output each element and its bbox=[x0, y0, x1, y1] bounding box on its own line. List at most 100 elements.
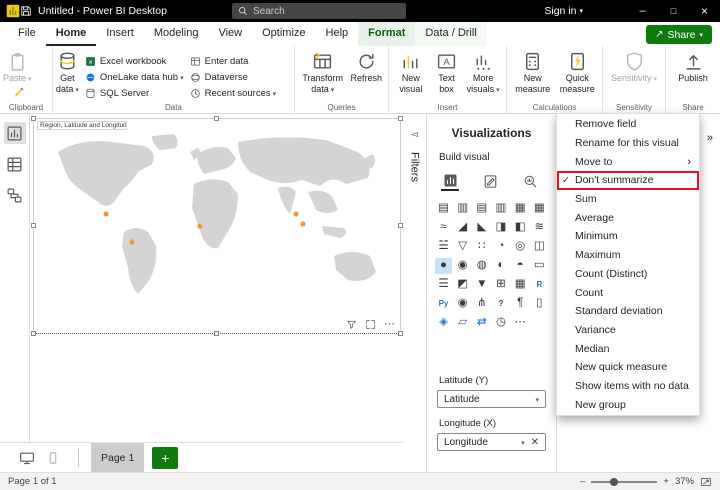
text-box-button[interactable]: A Text box bbox=[430, 48, 464, 95]
remove-field-icon[interactable] bbox=[531, 437, 539, 448]
tab-format[interactable]: Format bbox=[358, 22, 415, 46]
line-and-clustered-column-chart-icon[interactable]: ◧ bbox=[512, 220, 529, 236]
funnel-chart-icon[interactable]: ▽ bbox=[454, 239, 471, 255]
menu-item[interactable]: Average bbox=[557, 208, 699, 227]
stacked-bar-chart-icon[interactable]: ▤ bbox=[435, 201, 452, 217]
stacked-column-chart-icon[interactable]: ▥ bbox=[454, 201, 471, 217]
shape-map-icon[interactable]: ◍ bbox=[473, 258, 490, 274]
menu-item[interactable]: Median bbox=[557, 339, 699, 358]
get-data-button[interactable]: Get data bbox=[56, 48, 79, 95]
menu-item[interactable]: Count bbox=[557, 283, 699, 302]
key-influencers-icon[interactable]: ◉ bbox=[454, 296, 471, 312]
build-visual-tab[interactable] bbox=[441, 171, 459, 191]
menu-item[interactable]: Maximum bbox=[557, 246, 699, 265]
gauge-icon[interactable]: ◓ bbox=[512, 258, 529, 274]
zoom-slider[interactable] bbox=[591, 481, 657, 483]
sensitivity-button[interactable]: Sensitivity bbox=[606, 48, 662, 84]
onelake-data-hub-button[interactable]: OneLake data hub bbox=[85, 71, 184, 83]
new-page-button[interactable] bbox=[152, 447, 178, 469]
search-box[interactable] bbox=[232, 3, 406, 19]
menu-item[interactable]: Sum bbox=[557, 190, 699, 209]
focus-mode-icon[interactable] bbox=[365, 319, 376, 330]
menu-item[interactable]: Count (Distinct) bbox=[557, 265, 699, 284]
sign-in-button[interactable]: Sign in bbox=[544, 5, 583, 17]
desktop-layout-button[interactable] bbox=[14, 447, 40, 469]
filters-pane-title[interactable]: Filters bbox=[409, 152, 421, 182]
r-script-visual-icon[interactable]: R bbox=[531, 277, 548, 293]
search-input[interactable] bbox=[253, 6, 373, 17]
longitude-field-well[interactable]: Longitude bbox=[437, 433, 546, 451]
kpi-icon[interactable]: ◩ bbox=[454, 277, 471, 293]
decomposition-tree-icon[interactable]: ⋔ bbox=[473, 296, 490, 312]
menu-item[interactable]: Rename for this visual bbox=[557, 134, 699, 153]
menu-item[interactable]: Variance bbox=[557, 321, 699, 340]
collapse-pane-icon[interactable] bbox=[707, 132, 713, 144]
tab-file[interactable]: File bbox=[8, 22, 46, 46]
maximize-button[interactable] bbox=[658, 0, 689, 22]
more-visuals-button[interactable]: More visuals bbox=[463, 48, 503, 95]
new-visual-button[interactable]: New visual bbox=[392, 48, 430, 95]
save-icon[interactable] bbox=[20, 5, 32, 17]
zoom-slider-thumb[interactable] bbox=[610, 478, 618, 486]
slicer-icon[interactable]: ▼ bbox=[473, 277, 490, 293]
menu-item[interactable]: Standard deviation bbox=[557, 302, 699, 321]
tab-insert[interactable]: Insert bbox=[96, 22, 144, 46]
model-view-button[interactable] bbox=[4, 184, 26, 206]
menu-item[interactable]: New group bbox=[557, 395, 699, 414]
latitude-field-well[interactable]: Latitude bbox=[437, 390, 546, 408]
get-more-visuals-icon[interactable]: ⋯ bbox=[512, 315, 529, 331]
share-button[interactable]: ↗ Share bbox=[646, 25, 712, 44]
tab-optimize[interactable]: Optimize bbox=[252, 22, 315, 46]
chevron-down-icon[interactable] bbox=[521, 437, 525, 448]
power-automate-visual-icon[interactable]: ⇄ bbox=[473, 315, 490, 331]
power-apps-visual-icon[interactable]: ▱ bbox=[454, 315, 471, 331]
new-measure-button[interactable]: New measure bbox=[510, 48, 555, 95]
map-data-point[interactable] bbox=[129, 239, 134, 244]
tab-home[interactable]: Home bbox=[46, 22, 97, 46]
report-canvas[interactable]: Region, Latitude and Longitude bbox=[31, 114, 403, 442]
excel-workbook-button[interactable]: X Excel workbook bbox=[85, 55, 184, 67]
enter-data-button[interactable]: Enter data bbox=[190, 55, 277, 67]
map-data-point[interactable] bbox=[300, 221, 305, 226]
format-painter-icon[interactable] bbox=[13, 85, 26, 98]
zoom-out-button[interactable] bbox=[580, 476, 585, 487]
resize-handle[interactable] bbox=[31, 331, 36, 336]
tab-modeling[interactable]: Modeling bbox=[144, 22, 209, 46]
menu-item[interactable]: ✓Don't summarize bbox=[557, 171, 699, 190]
line-and-stacked-column-chart-icon[interactable]: ◨ bbox=[492, 220, 509, 236]
resize-handle[interactable] bbox=[31, 116, 36, 121]
more-options-icon[interactable]: ⋯ bbox=[384, 319, 396, 330]
dataverse-button[interactable]: Dataverse bbox=[190, 71, 277, 83]
quick-measure-button[interactable]: Quick measure bbox=[555, 48, 599, 95]
map-data-point[interactable] bbox=[197, 223, 202, 228]
map-icon[interactable]: ● bbox=[435, 258, 452, 274]
waterfall-chart-icon[interactable]: ☱ bbox=[435, 239, 452, 255]
publish-button[interactable]: Publish bbox=[669, 48, 717, 84]
clustered-bar-chart-icon[interactable]: ▤ bbox=[473, 201, 490, 217]
filled-map-icon[interactable]: ◉ bbox=[454, 258, 471, 274]
report-view-button[interactable] bbox=[4, 122, 26, 144]
python-visual-icon[interactable]: Py bbox=[435, 296, 452, 312]
menu-item[interactable]: Remove field bbox=[557, 115, 699, 134]
recent-sources-button[interactable]: Recent sources bbox=[190, 87, 277, 99]
arcgis-map-icon[interactable]: ◈ bbox=[435, 315, 452, 331]
format-visual-tab[interactable] bbox=[481, 171, 499, 191]
minimize-button[interactable] bbox=[627, 0, 658, 22]
tab-help[interactable]: Help bbox=[316, 22, 359, 46]
stacked-area-chart-icon[interactable]: ◣ bbox=[473, 220, 490, 236]
page-tab[interactable]: Page 1 bbox=[91, 443, 144, 473]
close-button[interactable] bbox=[689, 0, 720, 22]
menu-item[interactable]: Show items with no data bbox=[557, 377, 699, 396]
chevron-down-icon[interactable] bbox=[535, 394, 539, 405]
azure-map-icon[interactable]: ◐ bbox=[492, 258, 509, 274]
clustered-column-chart-icon[interactable]: ▥ bbox=[492, 201, 509, 217]
multi-row-card-icon[interactable]: ☰ bbox=[435, 277, 452, 293]
qa-visual-icon[interactable]: ? bbox=[492, 296, 509, 312]
tab-data-drill[interactable]: Data / Drill bbox=[415, 22, 486, 46]
100-stacked-bar-chart-icon[interactable]: ▦ bbox=[512, 201, 529, 217]
filter-icon[interactable] bbox=[346, 319, 357, 330]
resize-handle[interactable] bbox=[214, 331, 219, 336]
paginated-report-icon[interactable]: ▯ bbox=[531, 296, 548, 312]
ribbon-chart-icon[interactable]: ≋ bbox=[531, 220, 548, 236]
expand-filters-icon[interactable] bbox=[411, 124, 418, 142]
